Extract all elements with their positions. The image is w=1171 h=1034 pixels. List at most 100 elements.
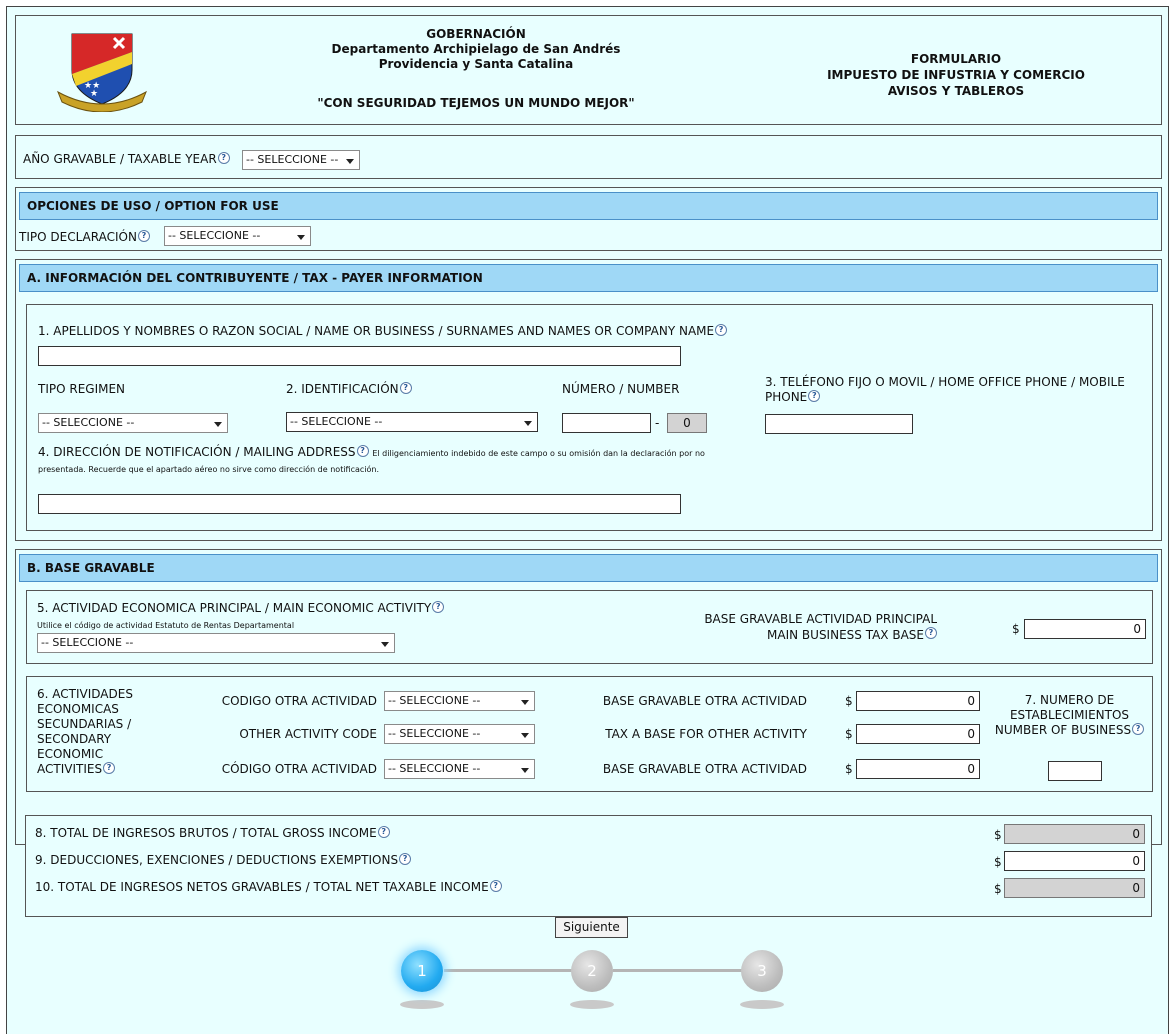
other-activity-base-input[interactable]: 0: [856, 759, 980, 779]
taxpayer-info-inner: 1. APELLIDOS Y NOMBRES O RAZON SOCIAL / …: [26, 304, 1153, 531]
secondary-label: SECUNDARIAS /: [37, 717, 132, 731]
chevron-down-icon: [297, 235, 305, 240]
establishments-label-cont: ESTABLECIMIENTOS: [1009, 708, 1130, 722]
chevron-down-icon: [381, 642, 389, 647]
number-input[interactable]: [562, 413, 651, 433]
number-label: NÚMERO / NUMBER: [562, 382, 680, 396]
secondary-activities-box: 6. ACTIVIDADES ECONOMICAS SECUNDARIAS / …: [26, 676, 1153, 792]
phone-label-cont: PHONE: [765, 390, 808, 404]
options-title: OPCIONES DE USO / OPTION FOR USE: [19, 192, 1158, 220]
main-base-input[interactable]: 0: [1024, 619, 1146, 639]
next-button[interactable]: Siguiente: [555, 917, 628, 938]
currency-sign: $: [845, 727, 853, 741]
step-2[interactable]: 2: [571, 950, 613, 992]
other-activity-base-input[interactable]: 0: [856, 691, 980, 711]
secondary-label: 6. ACTIVIDADES: [37, 687, 133, 701]
header-departamento: Departamento Archipielago de San Andrés: [331, 42, 621, 56]
help-icon[interactable]: ?: [489, 880, 502, 892]
help-icon[interactable]: ?: [432, 601, 445, 613]
taxable-year-box: AÑO GRAVABLE / TAXABLE YEAR? -- SELECCIO…: [15, 135, 1162, 179]
currency-sign: $: [1012, 622, 1020, 636]
secondary-label: SECONDARY: [37, 732, 112, 746]
currency-sign: $: [994, 882, 1002, 896]
other-activity-code-label: CODIGO OTRA ACTIVIDAD: [221, 694, 377, 708]
other-activity-code-select[interactable]: -- SELECCIONE --: [384, 724, 535, 744]
main-base-label-en: MAIN BUSINESS TAX BASE: [767, 628, 924, 642]
address-input[interactable]: [38, 494, 681, 514]
phone-label: 3. TELÉFONO FIJO O MOVIL / HOME OFFICE P…: [765, 375, 1125, 389]
chevron-down-icon: [521, 768, 529, 773]
net-taxable-label: 10. TOTAL DE INGRESOS NETOS GRAVABLES / …: [35, 880, 489, 894]
main-activity-select[interactable]: -- SELECCIONE --: [37, 633, 395, 653]
number-dash: -: [655, 416, 660, 430]
identification-label: 2. IDENTIFICACIÓN: [286, 382, 399, 396]
secondary-label: ECONOMIC: [37, 747, 104, 761]
declaration-type-label: TIPO DECLARACIÓN: [19, 230, 137, 244]
svg-text:★: ★: [90, 89, 98, 99]
totals-box: 8. TOTAL DE INGRESOS BRUTOS / TOTAL GROS…: [25, 815, 1152, 917]
other-activity-base-label: TAX A BASE FOR OTHER ACTIVITY: [605, 727, 807, 741]
help-icon[interactable]: ?: [1132, 723, 1145, 735]
regimen-select[interactable]: -- SELECCIONE --: [38, 413, 228, 433]
address-note-cont: presentada. Recuerde que el apartado aér…: [38, 465, 380, 474]
header-providencia: Providencia y Santa Catalina: [378, 57, 574, 71]
header-box: ★★ ★ GOBERNACIÓN Departamento Archipiela…: [15, 15, 1162, 125]
chevron-down-icon: [521, 733, 529, 738]
name-label: 1. APELLIDOS Y NOMBRES O RAZON SOCIAL / …: [38, 324, 715, 338]
chevron-down-icon: [524, 421, 532, 426]
step-3[interactable]: 3: [741, 950, 783, 992]
step-shadow: [400, 1000, 444, 1009]
establishments-label-en: NUMBER OF BUSINESS: [994, 723, 1132, 737]
help-icon[interactable]: ?: [103, 762, 116, 774]
identification-select[interactable]: -- SELECCIONE --: [286, 412, 538, 432]
deductions-input[interactable]: 0: [1004, 851, 1145, 871]
chevron-down-icon: [521, 700, 529, 705]
chevron-down-icon: [346, 159, 354, 164]
regimen-label: TIPO REGIMEN: [38, 382, 126, 396]
currency-sign: $: [845, 762, 853, 776]
help-icon[interactable]: ?: [137, 230, 150, 242]
establishments-label: 7. NUMERO DE: [1024, 693, 1115, 707]
form-tax-subname: AVISOS Y TABLEROS: [887, 84, 1025, 98]
currency-sign: $: [994, 855, 1002, 869]
main-base-label: BASE GRAVABLE ACTIVIDAD PRINCIPAL: [704, 612, 937, 626]
other-activity-base-label: BASE GRAVABLE OTRA ACTIVIDAD: [602, 694, 807, 708]
form-tax-name: IMPUESTO DE INFUSTRIA Y COMERCIO: [827, 68, 1085, 82]
form-page: ★★ ★ GOBERNACIÓN Departamento Archipiela…: [6, 6, 1169, 1034]
check-digit-field: 0: [667, 413, 707, 433]
step-shadow: [570, 1000, 614, 1009]
help-icon[interactable]: ?: [715, 324, 728, 336]
total-gross-field: 0: [1004, 824, 1145, 844]
main-activity-note: Utilice el código de actividad Estatuto …: [37, 621, 295, 630]
coat-of-arms-logo: ★★ ★: [57, 33, 147, 112]
help-icon[interactable]: ?: [399, 382, 412, 394]
help-icon[interactable]: ?: [377, 826, 390, 838]
help-icon[interactable]: ?: [925, 627, 937, 639]
other-activity-base-label: BASE GRAVABLE OTRA ACTIVIDAD: [602, 762, 807, 776]
other-activity-code-select[interactable]: -- SELECCIONE --: [384, 759, 535, 779]
section-b-box: B. BASE GRAVABLE 5. ACTIVIDAD ECONOMICA …: [15, 549, 1162, 845]
name-input[interactable]: [38, 346, 681, 366]
other-activity-code-label: CÓDIGO OTRA ACTIVIDAD: [221, 762, 377, 776]
address-note: El diligenciamiento indebido de este cam…: [372, 449, 705, 458]
help-icon[interactable]: ?: [808, 390, 821, 402]
establishments-input[interactable]: [1048, 761, 1102, 781]
taxable-year-label: AÑO GRAVABLE / TAXABLE YEAR: [23, 152, 217, 166]
phone-input[interactable]: [765, 414, 913, 434]
total-gross-label: 8. TOTAL DE INGRESOS BRUTOS / TOTAL GROS…: [35, 826, 377, 840]
options-box: OPCIONES DE USO / OPTION FOR USE TIPO DE…: [15, 187, 1162, 251]
help-icon[interactable]: ?: [356, 445, 369, 457]
other-activity-base-input[interactable]: 0: [856, 724, 980, 744]
section-b-title: B. BASE GRAVABLE: [19, 554, 1158, 582]
taxable-year-select[interactable]: -- SELECCIONE --: [242, 150, 360, 170]
other-activity-code-select[interactable]: -- SELECCIONE --: [384, 691, 535, 711]
step-1[interactable]: 1: [401, 950, 443, 992]
help-icon[interactable]: ?: [399, 853, 412, 865]
form-title: FORMULARIO: [910, 52, 1002, 66]
help-icon[interactable]: ?: [217, 152, 230, 164]
declaration-type-select[interactable]: -- SELECCIONE --: [164, 226, 311, 246]
step-shadow: [740, 1000, 784, 1009]
other-activity-code-label: OTHER ACTIVITY CODE: [239, 727, 377, 741]
address-label: 4. DIRECCIÓN DE NOTIFICACIÓN / MAILING A…: [38, 445, 356, 459]
main-activity-label: 5. ACTIVIDAD ECONOMICA PRINCIPAL / MAIN …: [37, 601, 432, 615]
